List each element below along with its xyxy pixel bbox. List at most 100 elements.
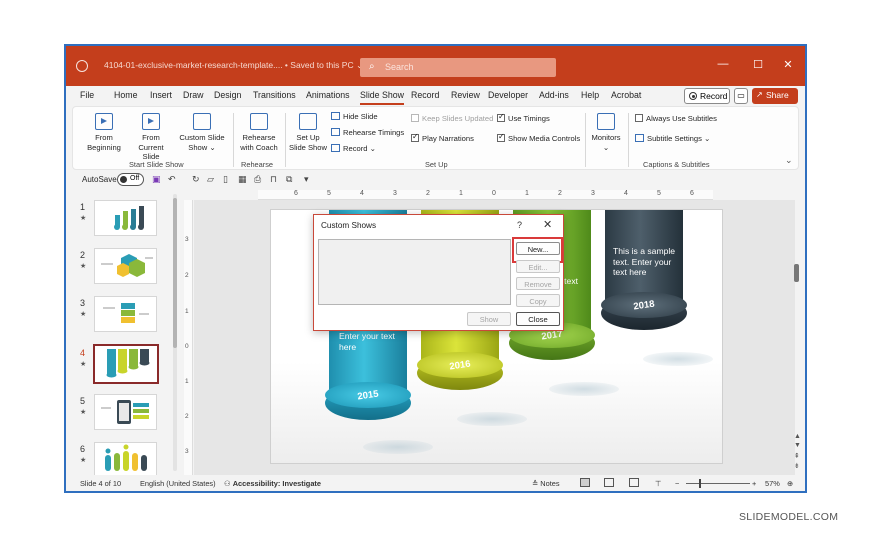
redo-icon[interactable]: ↻ (192, 174, 200, 185)
scrollbar-thumb[interactable] (173, 198, 177, 348)
notes-button[interactable]: ≙ Notes (532, 479, 560, 488)
timer-icon (331, 128, 340, 136)
slide-thumbnail-2[interactable] (94, 248, 157, 284)
scroll-down-arrow-icon[interactable]: ▼ (794, 442, 801, 449)
maximize-button[interactable]: ☐ (750, 58, 766, 71)
tab-animations[interactable]: Animations (306, 90, 350, 100)
open-folder-icon[interactable]: ▱ (207, 174, 214, 185)
tab-record[interactable]: Record (411, 90, 439, 100)
accessibility-status[interactable]: ⚇ Accessibility: Investigate (224, 479, 321, 488)
zoom-in-icon[interactable]: + (752, 479, 756, 488)
present-icon[interactable]: ⊓ (270, 174, 277, 185)
close-button[interactable]: Close (516, 312, 560, 326)
tab-design[interactable]: Design (214, 90, 241, 100)
slide-thumbnail-6[interactable] (94, 442, 157, 478)
zoom-out-icon[interactable]: − (675, 479, 679, 488)
from-current-slide-button[interactable]: From Current Slide (129, 113, 173, 162)
previous-slide-icon[interactable]: ⇞ (794, 452, 800, 460)
always-use-subtitles-checkbox[interactable]: Always Use Subtitles (635, 114, 717, 123)
rehearse-timings-button[interactable]: Rehearse Timings (331, 128, 404, 137)
show-media-controls-checkbox[interactable]: Show Media Controls (497, 132, 580, 143)
reading-view-icon[interactable] (629, 478, 639, 487)
search-box[interactable]: ⌕ Search (360, 58, 556, 77)
tab-file[interactable]: File (80, 90, 94, 100)
thumb-number: 5 (80, 396, 86, 406)
canvas-vertical-scrollbar[interactable] (793, 264, 801, 286)
edit-button[interactable]: Edit... (516, 260, 560, 273)
slide-thumbnail-4-selected[interactable] (93, 344, 159, 384)
tab-review[interactable]: Review (451, 90, 480, 100)
use-timings-checkbox[interactable]: Use Timings (497, 112, 550, 123)
thumbnail-scrollbar[interactable] (173, 194, 177, 471)
normal-view-icon[interactable] (580, 478, 590, 487)
scrollbar-thumb[interactable] (794, 264, 799, 282)
tab-slide-show[interactable]: Slide Show (360, 90, 405, 105)
thumb-animation-star-icon: ★ (80, 409, 87, 416)
tab-acrobat[interactable]: Acrobat (611, 90, 641, 100)
set-up-slide-show-button[interactable]: Set Up Slide Show (288, 113, 328, 152)
share-button[interactable]: ↗ Share ⌄ (752, 88, 798, 110)
tab-add-ins[interactable]: Add-ins (539, 90, 569, 100)
file-title[interactable]: 4104-01-exclusive-market-research-templa… (104, 60, 363, 71)
new-file-icon[interactable]: ▯ (223, 174, 228, 185)
floor-shadow (643, 352, 713, 366)
slide-sorter-view-icon[interactable] (604, 478, 614, 487)
ruler-number: 3 (591, 190, 595, 197)
remove-button[interactable]: Remove (516, 277, 560, 290)
copy-button[interactable]: Copy (516, 294, 560, 307)
tab-transitions[interactable]: Transitions (253, 90, 296, 100)
zoom-slider-thumb[interactable] (699, 479, 701, 488)
close-window-button[interactable]: ✕ (780, 58, 796, 71)
rehearse-with-coach-button[interactable]: Rehearse with Coach (236, 113, 282, 152)
zoom-level[interactable]: 57% (765, 479, 780, 488)
keep-slides-updated-checkbox[interactable]: Keep Slides Updated (411, 114, 493, 123)
custom-shows-list[interactable] (318, 239, 511, 305)
monitors-button[interactable]: Monitors ⌄ (588, 113, 624, 152)
language-indicator[interactable]: English (United States) (140, 479, 216, 488)
slide-thumbnail-5[interactable] (94, 394, 157, 430)
dialog-close-icon[interactable]: ✕ (543, 218, 552, 231)
new-button[interactable]: New... (516, 242, 560, 255)
zoom-slider-track[interactable] (686, 483, 750, 484)
save-icon[interactable]: ▣ (152, 174, 161, 185)
record-button[interactable]: Record (684, 88, 730, 104)
ruler-number: 2 (426, 190, 430, 197)
slide-thumbnail-1[interactable] (94, 200, 157, 236)
minimize-button[interactable]: — (715, 58, 731, 70)
picture-icon[interactable]: ▦ (238, 174, 247, 185)
ruler-number: 1 (185, 378, 189, 385)
tab-home[interactable]: Home (114, 90, 137, 100)
slide-text-right[interactable]: This is a sample text. Enter your text h… (613, 246, 677, 278)
tab-insert[interactable]: Insert (150, 90, 172, 100)
next-slide-icon[interactable]: ⇟ (794, 462, 800, 470)
play-narrations-checkbox[interactable]: Play Narrations (411, 132, 474, 143)
undo-icon[interactable]: ↶ (168, 174, 176, 185)
autosave-toggle[interactable]: Off (117, 173, 144, 186)
scroll-up-arrow-icon[interactable]: ▲ (794, 433, 801, 440)
tab-help[interactable]: Help (581, 90, 599, 100)
customize-toolbar-icon[interactable]: ▾ (304, 174, 309, 185)
tab-developer[interactable]: Developer (488, 90, 528, 100)
custom-slide-show-button[interactable]: Custom Slide Show ⌄ (177, 113, 227, 152)
thumb-animation-star-icon: ★ (80, 263, 87, 270)
thumbnail-preview (105, 444, 147, 471)
ribbon-separator (585, 113, 586, 167)
record-dropdown-button[interactable]: Record ⌄ (331, 144, 376, 153)
slide-text-left[interactable]: Enter your text here (339, 331, 399, 352)
slide-thumbnails-panel: 1 ★ 2 ★ 3 ★ 4 ★ 5 ★ 6 ★ (66, 190, 182, 478)
from-beginning-button[interactable]: From Beginning (83, 113, 125, 152)
accessibility-icon: ⚇ (224, 479, 233, 488)
fit-to-window-icon[interactable]: ⊕ (787, 479, 793, 488)
print-preview-icon[interactable]: ⎙ (254, 174, 261, 185)
slide-thumbnail-3[interactable] (94, 296, 157, 332)
slideshow-view-icon[interactable]: ⊤ (655, 479, 661, 488)
help-icon[interactable]: ? (517, 220, 522, 230)
subtitle-settings-button[interactable]: Subtitle Settings ⌄ (635, 134, 710, 143)
collapse-ribbon-chevron-icon[interactable]: ⌄ (785, 155, 793, 166)
hide-slide-button[interactable]: Hide Slide (331, 112, 378, 121)
tab-draw[interactable]: Draw (183, 90, 204, 100)
comments-button[interactable]: ▭ (734, 88, 748, 104)
checkbox-checked-icon (411, 132, 419, 142)
show-button[interactable]: Show (467, 312, 511, 326)
duplicate-icon[interactable]: ⧉ (286, 174, 292, 185)
